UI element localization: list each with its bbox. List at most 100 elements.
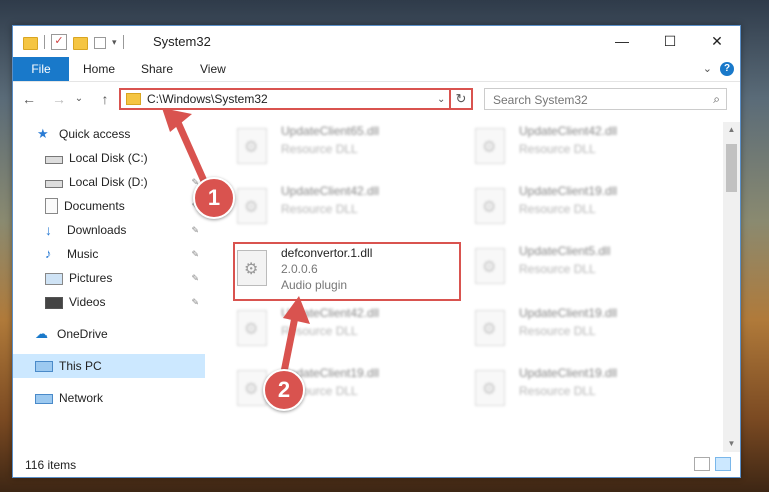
list-item[interactable]: UpdateClient5.dll Resource DLL xyxy=(471,242,691,286)
list-item[interactable]: UpdateClient42.dll Resource DLL xyxy=(471,122,691,166)
list-item[interactable]: UpdateClient65.dll Resource DLL xyxy=(233,122,453,166)
sidebar-item-this-pc[interactable]: This PC xyxy=(13,354,205,378)
sidebar-item-label: Quick access xyxy=(59,127,131,141)
forward-button[interactable]: → xyxy=(51,91,67,107)
tab-home[interactable]: Home xyxy=(83,57,115,81)
refresh-button[interactable]: ↻ xyxy=(449,90,471,108)
sidebar-item-videos[interactable]: Videos ✎ xyxy=(13,290,205,314)
help-icon[interactable]: ? xyxy=(720,62,734,76)
ribbon-tabs: File Home Share View ⌄ ? xyxy=(13,57,740,82)
list-item[interactable]: UpdateClient42.dll Resource DLL xyxy=(233,182,453,226)
sidebar-item-label: Local Disk (C:) xyxy=(69,151,148,165)
sidebar-item-music[interactable]: ♪ Music ✎ xyxy=(13,242,205,266)
sidebar-item-label: Downloads xyxy=(67,223,127,237)
recent-locations-button[interactable]: ⌄ xyxy=(71,91,87,107)
customize-toolbar-icon[interactable] xyxy=(94,37,106,49)
dll-file-icon xyxy=(475,128,505,164)
file-type: Resource DLL xyxy=(281,324,358,338)
dll-file-icon xyxy=(475,370,505,406)
sidebar-item-quick-access[interactable]: ★ Quick access xyxy=(13,122,205,146)
large-icons-view-icon[interactable] xyxy=(715,457,731,471)
file-name: UpdateClient19.dll xyxy=(519,366,618,380)
dll-file-icon xyxy=(237,128,267,164)
sidebar-item-label: Videos xyxy=(69,295,106,309)
back-button[interactable]: ← xyxy=(21,91,37,107)
drive-icon xyxy=(45,180,63,188)
sidebar-item-label: Pictures xyxy=(69,271,113,285)
file-name: UpdateClient19.dll xyxy=(519,306,618,320)
item-count: 116 items xyxy=(25,458,77,472)
sidebar-item-network[interactable]: Network xyxy=(13,386,205,410)
dll-file-icon xyxy=(475,248,505,284)
ribbon-expand-icon[interactable]: ⌄ xyxy=(703,62,712,75)
status-bar: 116 items xyxy=(13,454,740,477)
sidebar-item-local-disk-d[interactable]: Local Disk (D:) ✎ xyxy=(13,170,205,194)
pin-icon[interactable]: ✎ xyxy=(191,297,199,308)
address-dropdown-icon[interactable]: ⌄ xyxy=(437,94,449,105)
minimize-button[interactable]: — xyxy=(599,26,645,56)
documents-icon xyxy=(45,198,58,214)
cloud-icon: ☁ xyxy=(35,326,48,341)
file-name: UpdateClient5.dll xyxy=(519,244,611,258)
vertical-scrollbar[interactable]: ▲ ▼ xyxy=(723,122,740,452)
drive-icon xyxy=(45,156,63,164)
sidebar-item-label: OneDrive xyxy=(57,327,108,341)
sidebar-item-label: This PC xyxy=(59,359,102,373)
pin-icon[interactable]: ✎ xyxy=(191,153,199,164)
sidebar-item-label: Documents xyxy=(64,199,125,213)
file-highlight-box xyxy=(233,242,461,301)
list-item[interactable]: UpdateClient19.dll Resource DLL xyxy=(471,364,691,408)
title-divider xyxy=(122,35,124,49)
properties-icon[interactable]: ✓ xyxy=(51,34,67,50)
download-icon: ↓ xyxy=(45,222,52,238)
search-box[interactable]: ⌕ xyxy=(484,88,727,110)
videos-icon xyxy=(45,297,63,309)
sidebar-item-local-disk-c[interactable]: Local Disk (C:) ✎ xyxy=(13,146,205,170)
pin-icon[interactable]: ✎ xyxy=(191,225,199,236)
network-icon xyxy=(35,394,53,404)
list-item[interactable]: UpdateClient19.dll Resource DLL xyxy=(471,182,691,226)
list-item[interactable]: UpdateClient19.dll Resource DLL xyxy=(471,304,691,348)
pin-icon[interactable]: ✎ xyxy=(191,273,199,284)
sidebar-item-onedrive[interactable]: ☁ OneDrive xyxy=(13,322,205,346)
sidebar-item-label: Local Disk (D:) xyxy=(69,175,148,189)
sidebar-item-downloads[interactable]: ↓ Downloads ✎ xyxy=(13,218,205,242)
file-name: UpdateClient42.dll xyxy=(519,124,618,138)
file-name: UpdateClient19.dll xyxy=(519,184,618,198)
close-button[interactable]: ✕ xyxy=(694,26,740,56)
sidebar-item-label: Music xyxy=(67,247,99,261)
search-icon[interactable]: ⌕ xyxy=(713,92,720,107)
file-type: Resource DLL xyxy=(519,142,596,156)
sidebar-item-documents[interactable]: Documents ✎ xyxy=(13,194,205,218)
tab-share[interactable]: Share xyxy=(141,57,173,81)
tab-file[interactable]: File xyxy=(13,57,69,81)
details-view-icon[interactable] xyxy=(694,457,710,471)
pin-icon[interactable]: ✎ xyxy=(191,249,199,260)
new-folder-icon[interactable] xyxy=(73,36,88,50)
customize-dropdown-icon[interactable]: ▾ xyxy=(112,37,117,48)
address-bar[interactable]: C:\Windows\System32 ⌄ ↻ xyxy=(119,88,473,110)
folder-icon xyxy=(126,93,141,105)
step-badge-2: 2 xyxy=(263,369,305,411)
address-path[interactable]: C:\Windows\System32 xyxy=(147,92,437,106)
navigation-pane: ★ Quick access Local Disk (C:) ✎ Local D… xyxy=(13,122,205,452)
file-name: UpdateClient65.dll xyxy=(281,124,380,138)
music-icon: ♪ xyxy=(45,246,52,261)
search-input[interactable] xyxy=(491,90,695,110)
dll-file-icon xyxy=(237,188,267,224)
file-type: Resource DLL xyxy=(519,384,596,398)
tab-view[interactable]: View xyxy=(200,57,226,81)
scroll-down-icon[interactable]: ▼ xyxy=(723,436,740,452)
computer-icon xyxy=(35,361,53,372)
scroll-up-icon[interactable]: ▲ xyxy=(723,122,740,138)
maximize-button[interactable]: ☐ xyxy=(647,26,693,56)
star-icon: ★ xyxy=(37,126,49,141)
file-type: Resource DLL xyxy=(519,262,596,276)
up-button[interactable]: ↑ xyxy=(97,91,113,107)
list-item[interactable]: UpdateClient42.dll Resource DLL xyxy=(233,304,453,348)
navigation-bar: ← → ⌄ ↑ C:\Windows\System32 ⌄ ↻ ⌕ xyxy=(13,82,740,116)
file-type: Resource DLL xyxy=(519,324,596,338)
scrollbar-thumb[interactable] xyxy=(726,144,737,192)
sidebar-item-pictures[interactable]: Pictures ✎ xyxy=(13,266,205,290)
folder-icon xyxy=(23,36,38,50)
